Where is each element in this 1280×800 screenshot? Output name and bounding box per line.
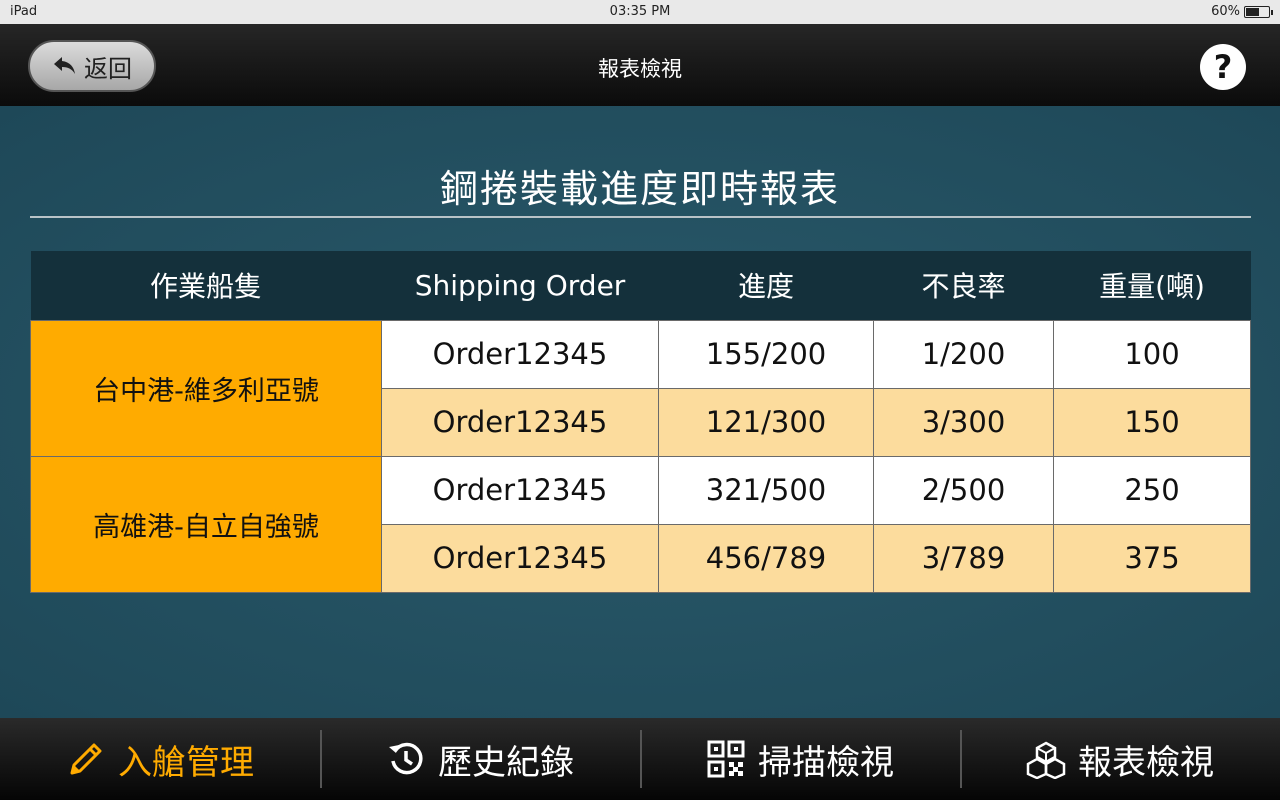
header-vessel: 作業船隻 (30, 251, 382, 320)
table-row[interactable]: 台中港-維多利亞號 Order12345 155/200 1/200 100 (30, 319, 1251, 457)
tab-scan-view[interactable]: 掃描檢視 (640, 718, 960, 800)
tab-label: 入艙管理 (118, 742, 254, 783)
header-defect-rate: 不良率 (873, 251, 1054, 320)
battery-status: 60% (1211, 4, 1273, 19)
order-cell: Order12345 (381, 387, 659, 457)
tab-label: 報表檢視 (1078, 742, 1214, 783)
nav-title: 報表檢視 (598, 57, 682, 81)
vessel-name: 高雄港-自立自強號 (30, 455, 382, 593)
header-weight: 重量(噸) (1053, 251, 1251, 320)
vessel-name: 台中港-維多利亞號 (30, 319, 382, 457)
table-row[interactable]: 高雄港-自立自強號 Order12345 321/500 2/500 250 (30, 455, 1251, 593)
order-cell: Order12345 (381, 319, 659, 389)
history-icon (389, 742, 423, 775)
defect-cell: 1/200 (873, 319, 1054, 389)
order-cell: Order12345 (381, 523, 659, 593)
main-content: 鋼捲裝載進度即時報表 作業船隻 Shipping Order 進度 不良率 重量… (0, 106, 1280, 718)
defect-cell: 3/789 (873, 523, 1054, 593)
status-time: 03:35 PM (609, 4, 671, 19)
boxes-icon (1026, 741, 1066, 779)
weight-cell: 100 (1053, 319, 1251, 389)
page-title: 鋼捲裝載進度即時報表 (439, 167, 840, 211)
progress-cell: 155/200 (658, 319, 874, 389)
weight-cell: 250 (1053, 455, 1251, 525)
tab-label: 掃描檢視 (758, 742, 894, 783)
question-icon: ? (1213, 48, 1233, 86)
help-button[interactable]: ? (1200, 44, 1246, 90)
report-table: 作業船隻 Shipping Order 進度 不良率 重量(噸) 台中港-維多利… (30, 251, 1251, 593)
progress-cell: 321/500 (658, 455, 874, 525)
weight-cell: 150 (1053, 387, 1251, 457)
table-header-row: 作業船隻 Shipping Order 進度 不良率 重量(噸) (30, 251, 1251, 320)
defect-cell: 3/300 (873, 387, 1054, 457)
qr-code-icon (707, 740, 745, 778)
header-progress: 進度 (658, 251, 874, 320)
tab-label: 歷史紀錄 (438, 742, 574, 783)
navigation-bar: 返回 報表檢視 ? (0, 24, 1280, 106)
battery-icon (1244, 5, 1273, 18)
pencil-icon (70, 743, 102, 775)
order-cell: Order12345 (381, 455, 659, 525)
tab-report-view[interactable]: 報表檢視 (960, 718, 1280, 800)
tab-bar: 入艙管理 歷史紀錄 掃描檢視 報表檢視 (0, 718, 1280, 800)
battery-percent: 60% (1211, 4, 1240, 19)
weight-cell: 375 (1053, 523, 1251, 593)
progress-cell: 456/789 (658, 523, 874, 593)
progress-cell: 121/300 (658, 387, 874, 457)
tab-cabin-management[interactable]: 入艙管理 (0, 718, 320, 800)
status-bar: iPad 03:35 PM 60% (0, 0, 1280, 24)
title-divider (30, 216, 1251, 218)
defect-cell: 2/500 (873, 455, 1054, 525)
header-shipping-order: Shipping Order (381, 251, 659, 320)
tab-history[interactable]: 歷史紀錄 (320, 718, 640, 800)
